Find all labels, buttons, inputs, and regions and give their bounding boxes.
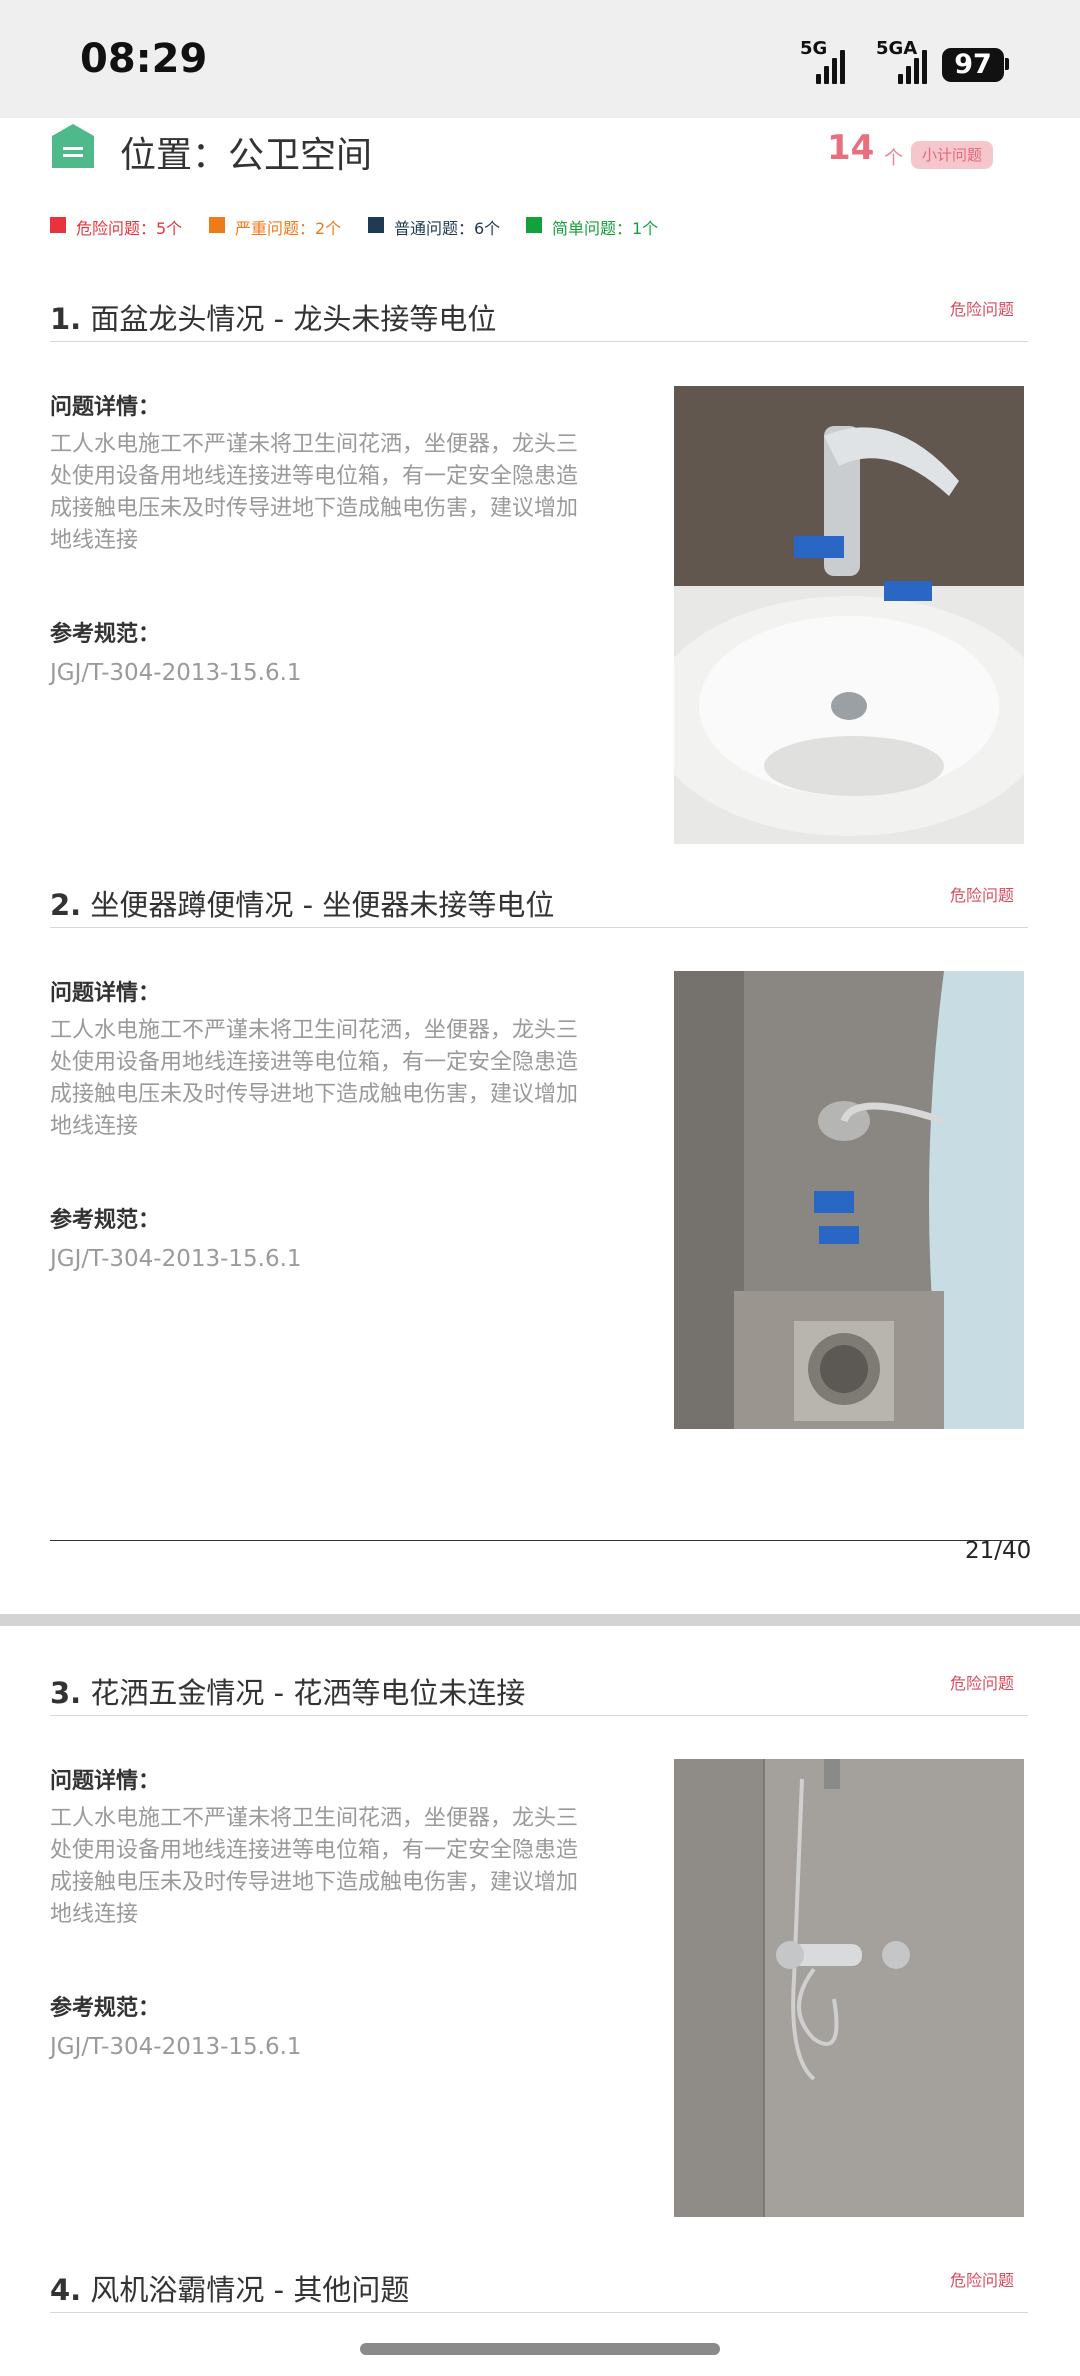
detail-label: 问题详情： [50,1769,161,1794]
detail-label: 问题详情： [50,395,161,420]
item-title: 3. 花洒五金情况 - 花洒等电位未连接 [50,1676,526,1710]
issue-count-unit: 个 [884,147,904,169]
item-severity-tag: 危险问题 [950,2271,1015,2290]
legend-danger-swatch [50,217,66,233]
issue-count-badge: 小计问题 [911,141,993,169]
faucet-photo[interactable] [674,386,1024,844]
reference-text: JGJ/T-304-2013-15.6.1 [50,2034,302,2060]
divider [50,341,1028,342]
reference-text: JGJ/T-304-2013-15.6.1 [50,660,302,686]
battery-icon: 97 [942,48,1004,82]
divider [50,1715,1028,1716]
toilet-photo[interactable] [674,971,1024,1429]
item-title: 1. 面盆龙头情况 - 龙头未接等电位 [50,302,497,336]
page-divider [50,1540,1028,1541]
detail-text: 工人水电施工不严谨未将卫生间花洒，坐便器，龙头三处使用设备用地线连接进等电位箱，… [50,1018,579,1139]
status-bar: 08:29 5G 5GA 97 [0,0,1080,118]
item-severity-tag: 危险问题 [950,300,1015,319]
item-title: 2. 坐便器蹲便情况 - 坐便器未接等电位 [50,888,555,922]
divider [50,927,1028,928]
detail-text: 工人水电施工不严谨未将卫生间花洒，坐便器，龙头三处使用设备用地线连接进等电位箱，… [50,432,579,553]
home-location-icon [52,124,94,168]
legend-simple-swatch [526,217,542,233]
item-title: 4. 风机浴霸情况 - 其他问题 [50,2273,410,2307]
legend-serious-swatch [209,217,225,233]
legend-normal-swatch [368,217,384,233]
issue-count: 14 [827,128,875,168]
page-number: 21/40 [965,1538,1032,1564]
reference-text: JGJ/T-304-2013-15.6.1 [50,1246,302,1272]
item-severity-tag: 危险问题 [950,886,1015,905]
location-title: 位置：公卫空间 [120,135,373,176]
divider [50,2312,1028,2313]
reference-label: 参考规范： [50,1996,161,2021]
page-separator [0,1614,1080,1626]
detail-label: 问题详情： [50,981,161,1006]
battery-nub [1005,58,1009,70]
shower-photo[interactable] [674,1759,1024,2217]
home-indicator[interactable] [360,2343,720,2355]
status-time: 08:29 [80,36,208,82]
detail-text: 工人水电施工不严谨未将卫生间花洒，坐便器，龙头三处使用设备用地线连接进等电位箱，… [50,1806,579,1927]
reference-label: 参考规范： [50,1208,161,1233]
reference-label: 参考规范： [50,622,161,647]
item-severity-tag: 危险问题 [950,1674,1015,1693]
